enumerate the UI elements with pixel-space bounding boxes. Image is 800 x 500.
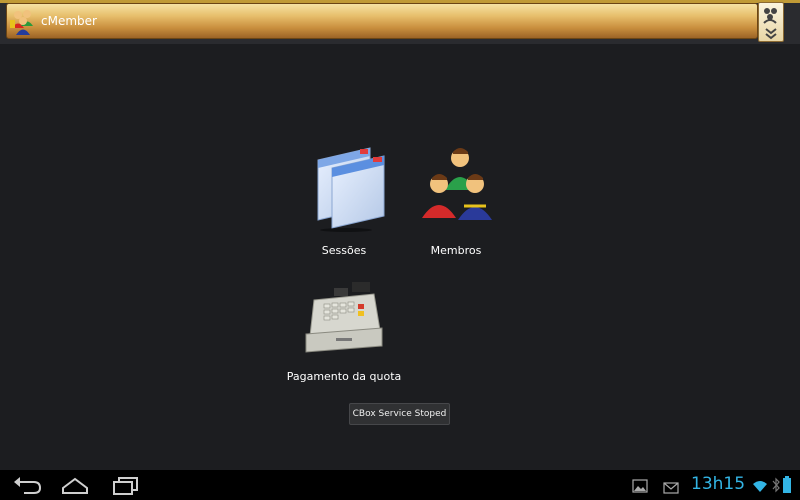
wifi-icon [752,478,768,497]
cash-register-icon [305,282,383,353]
people-menu-icon [763,8,777,40]
back-arrow-icon [14,477,42,494]
battery-icon [782,476,792,498]
tile-label-sessoes: Sessões [321,244,367,257]
home-icon [62,477,88,494]
recent-apps-button[interactable] [108,474,142,496]
action-bar-background [6,3,758,39]
overflow-menu-button[interactable] [758,2,784,42]
gmail-notification-icon[interactable] [663,479,679,498]
home-button[interactable] [58,474,92,496]
gallery-notification-icon[interactable] [632,478,648,497]
recent-apps-icon [113,477,138,495]
app-logo-icon[interactable] [9,8,37,36]
tile-label-membros: Membros [430,244,482,257]
tile-sessoes[interactable]: Sessões [300,140,388,260]
action-bar: cMember [0,0,800,44]
system-navigation-bar [0,470,800,500]
tile-label-pagamento-da-quota: Pagamento da quota [286,370,402,383]
back-button[interactable] [10,474,44,496]
tile-pagamento-da-quota[interactable]: Pagamento da quota [280,278,408,388]
users-group-icon [422,148,492,220]
bluetooth-icon [772,477,780,497]
windows-icon [317,147,385,232]
toast-message: CBox Service Stoped [349,403,450,425]
status-clock[interactable]: 13h15 [691,474,745,494]
tile-membros[interactable]: Membros [412,140,500,260]
app-title: cMember [41,14,97,28]
